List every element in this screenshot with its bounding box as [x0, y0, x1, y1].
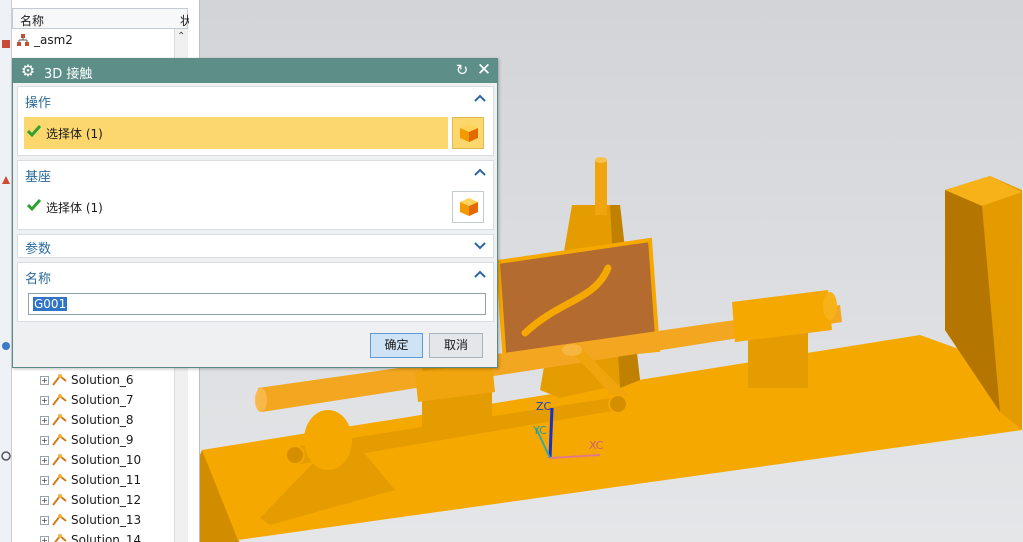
- reset-icon[interactable]: ↻: [453, 61, 471, 81]
- tree-item-solution[interactable]: + Solution_8: [40, 410, 134, 430]
- expand-icon[interactable]: +: [40, 475, 49, 485]
- tree-item-solution[interactable]: + Solution_11: [40, 470, 141, 490]
- group-name: 名称 G001: [17, 262, 494, 322]
- motion-nav-icon[interactable]: [1, 340, 11, 350]
- group-base: 基座 选择体 (1): [17, 160, 494, 230]
- solution-icon: [52, 493, 68, 507]
- chevron-up-icon[interactable]: [473, 91, 487, 105]
- name-field-value: G001: [33, 297, 68, 311]
- tree-item-solution[interactable]: + Solution_6: [40, 370, 134, 390]
- crank-wheel[interactable]: [304, 410, 352, 470]
- vertical-shaft-top: [595, 157, 607, 163]
- select-base-label: 选择体 (1): [46, 201, 103, 215]
- cancel-button[interactable]: 取消: [429, 333, 483, 358]
- triad-zc-label: ZC: [536, 400, 552, 413]
- dialog-title: 3D 接触: [44, 67, 93, 82]
- solution-icon: [52, 473, 68, 487]
- group-params: 参数: [17, 234, 494, 258]
- expand-icon[interactable]: +: [40, 495, 49, 505]
- triad-z-axis: [548, 407, 554, 459]
- shaft-end-left: [255, 388, 267, 412]
- tree-item-label: Solution_13: [71, 513, 142, 527]
- tree-item-label: Solution_12: [71, 493, 142, 507]
- select-body-button[interactable]: [452, 117, 484, 149]
- tree-item-solution[interactable]: + Solution_10: [40, 450, 141, 470]
- solution-icon: [52, 453, 68, 467]
- column-status[interactable]: 状: [180, 12, 189, 29]
- tree-root-label: _asm2: [34, 33, 73, 47]
- expand-icon[interactable]: +: [40, 515, 49, 525]
- constraint-nav-icon[interactable]: [1, 174, 11, 184]
- tree-item-label: Solution_7: [71, 393, 134, 407]
- cube-icon: [460, 198, 478, 216]
- group-base-title[interactable]: 基座: [25, 166, 51, 185]
- column-name[interactable]: 名称: [20, 12, 44, 29]
- solution-icon: [52, 433, 68, 447]
- tree-item-label: Solution_10: [71, 453, 142, 467]
- expand-icon[interactable]: +: [40, 395, 49, 405]
- select-operation-body[interactable]: 选择体 (1): [24, 117, 448, 149]
- gear-icon[interactable]: ⚙: [19, 62, 37, 80]
- tree-item-solution[interactable]: + Solution_7: [40, 390, 134, 410]
- chevron-up-icon[interactable]: [473, 267, 487, 281]
- triad-yc-label: YC: [532, 424, 547, 437]
- close-icon[interactable]: ✕: [475, 60, 493, 82]
- tree-root-asm2[interactable]: _asm2: [16, 31, 73, 49]
- tree-item-label: Solution_6: [71, 373, 134, 387]
- group-params-title[interactable]: 参数: [25, 238, 51, 257]
- cube-icon: [460, 124, 478, 142]
- group-name-title[interactable]: 名称: [25, 268, 51, 287]
- expand-icon[interactable]: +: [40, 535, 49, 542]
- solution-icon: [52, 393, 68, 407]
- right-bearing-end: [823, 292, 837, 320]
- solution-icon: [52, 413, 68, 427]
- expand-icon[interactable]: +: [40, 375, 49, 385]
- solution-icon: [52, 533, 68, 542]
- select-base-body[interactable]: 选择体 (1): [24, 191, 448, 223]
- assembly-nav-icon[interactable]: [1, 38, 11, 48]
- chevron-up-icon[interactable]: ⌃: [177, 31, 185, 42]
- vertical-shaft[interactable]: [595, 160, 607, 215]
- tree-item-label: Solution_8: [71, 413, 134, 427]
- triad-xc-label: XC: [589, 439, 604, 452]
- tree-item-label: Solution_9: [71, 433, 134, 447]
- chevron-up-icon[interactable]: [473, 165, 487, 179]
- expand-icon[interactable]: +: [40, 415, 49, 425]
- tree-item-solution[interactable]: + Solution_14: [40, 530, 141, 542]
- group-operation-title[interactable]: 操作: [25, 92, 51, 111]
- tree-item-solution[interactable]: + Solution_9: [40, 430, 134, 450]
- expand-icon[interactable]: +: [40, 455, 49, 465]
- right-bearing-cyl: [732, 290, 832, 342]
- link-pin-right: [608, 394, 628, 414]
- solution-icon: [52, 373, 68, 387]
- tree-item-label: Solution_11: [71, 473, 142, 487]
- tree-item-solution[interactable]: + Solution_13: [40, 510, 141, 530]
- checkmark-icon: [26, 124, 42, 138]
- select-operation-label: 选择体 (1): [46, 127, 103, 141]
- name-field[interactable]: G001: [28, 293, 486, 315]
- link-pin-left: [285, 445, 305, 465]
- resource-bar: [0, 0, 12, 542]
- tree-item-label: Solution_14: [71, 533, 142, 542]
- checkmark-icon: [26, 198, 42, 212]
- assembly-icon: [16, 33, 30, 47]
- contact-dialog: ⚙ 3D 接触 ↻ ✕ 操作 选择体 (1) 基座 选择体 (1) 参数 名称 …: [12, 58, 498, 368]
- dialog-title-bar[interactable]: ⚙ 3D 接触 ↻ ✕: [13, 59, 497, 83]
- history-icon[interactable]: [1, 450, 11, 461]
- ok-button[interactable]: 确定: [370, 333, 423, 358]
- chevron-down-icon[interactable]: [473, 238, 487, 252]
- tree-item-solution[interactable]: + Solution_12: [40, 490, 141, 510]
- navigator-header: 名称 状: [12, 8, 189, 29]
- select-base-body-button[interactable]: [452, 191, 484, 223]
- cam-pin-head: [562, 344, 582, 356]
- expand-icon[interactable]: +: [40, 435, 49, 445]
- solution-icon: [52, 513, 68, 527]
- group-operation: 操作 选择体 (1): [17, 86, 494, 156]
